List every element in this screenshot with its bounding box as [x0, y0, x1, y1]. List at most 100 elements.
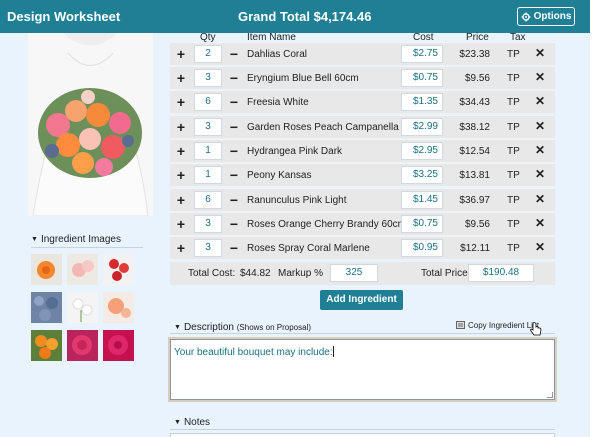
delete-row-button[interactable]: ✕: [535, 46, 545, 60]
increase-qty-button[interactable]: +: [175, 192, 187, 208]
item-price: $13.81: [459, 170, 490, 181]
bouquet-photo: [28, 33, 153, 216]
notes-textarea[interactable]: [170, 433, 555, 437]
thumbnail-orange-rose-cluster[interactable]: [31, 330, 62, 361]
tax-code: TP: [507, 49, 520, 60]
ingredient-images-title: Ingredient Images: [40, 234, 121, 245]
tax-code: TP: [507, 73, 520, 84]
delete-row-button[interactable]: ✕: [535, 192, 545, 206]
thumbnail-blue-hydrangea[interactable]: [31, 292, 62, 323]
description-subtitle: (Shows on Proposal): [236, 323, 312, 332]
totals-row: Total Cost: $44.82 Markup % 325 Total Pr…: [170, 262, 555, 285]
decrease-qty-button[interactable]: −: [228, 143, 240, 159]
thumbnail-orange-rose[interactable]: [31, 254, 62, 285]
decrease-qty-button[interactable]: −: [228, 216, 240, 232]
table-row: + 3 − Roses Orange Cherry Brandy 60cm $0…: [170, 212, 555, 235]
decrease-qty-button[interactable]: −: [228, 46, 240, 62]
decrease-qty-button[interactable]: −: [228, 167, 240, 183]
item-name: Hydrangea Pink Dark: [247, 146, 343, 157]
list-icon: [456, 321, 465, 329]
item-price: $9.56: [464, 73, 490, 84]
cost-input[interactable]: $2.75: [401, 45, 443, 63]
text-caret: [332, 346, 334, 357]
qty-input[interactable]: 3: [194, 239, 222, 257]
delete-row-button[interactable]: ✕: [535, 119, 545, 133]
table-row: + 2 − Dahlias Coral $2.75 $23.38 TP ✕: [170, 42, 555, 65]
cost-input[interactable]: $0.95: [401, 239, 443, 257]
description-toggle[interactable]: ▼ Description (Shows on Proposal): [174, 322, 311, 333]
qty-input[interactable]: 3: [194, 118, 222, 136]
delete-row-button[interactable]: ✕: [535, 216, 545, 230]
cost-input[interactable]: $0.75: [401, 215, 443, 233]
decrease-qty-button[interactable]: −: [228, 192, 240, 208]
add-ingredient-button[interactable]: Add Ingredient: [320, 290, 403, 310]
increase-qty-button[interactable]: +: [175, 143, 187, 159]
decrease-qty-button[interactable]: −: [228, 119, 240, 135]
tax-code: TP: [507, 243, 520, 254]
divider: [170, 429, 555, 430]
description-text: Your beautiful bouquet may include:: [174, 347, 333, 358]
qty-input[interactable]: 6: [194, 191, 222, 209]
qty-input[interactable]: 6: [194, 93, 222, 111]
item-name: Garden Roses Peach Campanella: [247, 122, 399, 133]
delete-row-button[interactable]: ✕: [535, 240, 545, 254]
caret-down-icon: ▼: [31, 236, 38, 243]
item-name: Dahlias Coral: [247, 49, 308, 60]
total-cost-label: Total Cost:: [188, 268, 236, 279]
top-bar: Design Worksheet Grand Total $4,174.46 O…: [0, 0, 590, 33]
options-button[interactable]: Options: [517, 7, 575, 26]
description-textarea[interactable]: Your beautiful bouquet may include:: [170, 339, 555, 400]
qty-input[interactable]: 1: [194, 142, 222, 160]
thumbnail-white-freesia[interactable]: [67, 292, 98, 323]
delete-row-button[interactable]: ✕: [535, 70, 545, 84]
item-price: $9.56: [464, 219, 490, 230]
total-price-field[interactable]: $190.48: [468, 264, 534, 282]
copy-ingredient-list-button[interactable]: Copy Ingredient List: [456, 321, 539, 330]
gear-icon: [521, 12, 531, 21]
notes-toggle[interactable]: ▼ Notes: [174, 417, 210, 428]
cost-input[interactable]: $2.99: [401, 118, 443, 136]
increase-qty-button[interactable]: +: [175, 119, 187, 135]
thumbnail-red-rose[interactable]: [103, 254, 134, 285]
cost-input[interactable]: $0.75: [401, 69, 443, 87]
markup-input[interactable]: 325: [330, 264, 378, 282]
item-name: Ranunculus Pink Light: [247, 195, 347, 206]
thumbnail-peach-rose[interactable]: [103, 292, 134, 323]
increase-qty-button[interactable]: +: [175, 46, 187, 62]
decrease-qty-button[interactable]: −: [228, 94, 240, 110]
thumbnail-pink-rose[interactable]: [103, 330, 134, 361]
thumbnail-pink-peony[interactable]: [67, 330, 98, 361]
total-price-label: Total Price:: [421, 268, 471, 279]
delete-row-button[interactable]: ✕: [535, 167, 545, 181]
qty-input[interactable]: 2: [194, 45, 222, 63]
item-name: Eryngium Blue Bell 60cm: [247, 73, 359, 84]
qty-input[interactable]: 3: [194, 69, 222, 87]
ingredient-images-toggle[interactable]: ▼ Ingredient Images: [31, 234, 121, 245]
total-cost-value: $44.82: [240, 268, 271, 279]
cost-input[interactable]: $1.45: [401, 191, 443, 209]
tax-code: TP: [507, 170, 520, 181]
description-title: Description: [183, 322, 234, 333]
increase-qty-button[interactable]: +: [175, 240, 187, 256]
decrease-qty-button[interactable]: −: [228, 240, 240, 256]
tax-code: TP: [507, 97, 520, 108]
thumbnail-pink-ranunculus[interactable]: [67, 254, 98, 285]
table-row: + 6 − Ranunculus Pink Light $1.45 $36.97…: [170, 188, 555, 211]
cost-input[interactable]: $3.25: [401, 166, 443, 184]
delete-row-button[interactable]: ✕: [535, 94, 545, 108]
increase-qty-button[interactable]: +: [175, 216, 187, 232]
increase-qty-button[interactable]: +: [175, 94, 187, 110]
decrease-qty-button[interactable]: −: [228, 70, 240, 86]
resize-handle-icon[interactable]: [547, 392, 553, 398]
cost-input[interactable]: $1.35: [401, 93, 443, 111]
cost-input[interactable]: $2.95: [401, 142, 443, 160]
divider: [31, 247, 143, 248]
qty-input[interactable]: 1: [194, 166, 222, 184]
markup-label: Markup %: [278, 268, 324, 279]
increase-qty-button[interactable]: +: [175, 167, 187, 183]
delete-row-button[interactable]: ✕: [535, 143, 545, 157]
table-row: + 6 − Freesia White $1.35 $34.43 TP ✕: [170, 90, 555, 113]
tax-code: TP: [507, 146, 520, 157]
increase-qty-button[interactable]: +: [175, 70, 187, 86]
qty-input[interactable]: 3: [194, 215, 222, 233]
